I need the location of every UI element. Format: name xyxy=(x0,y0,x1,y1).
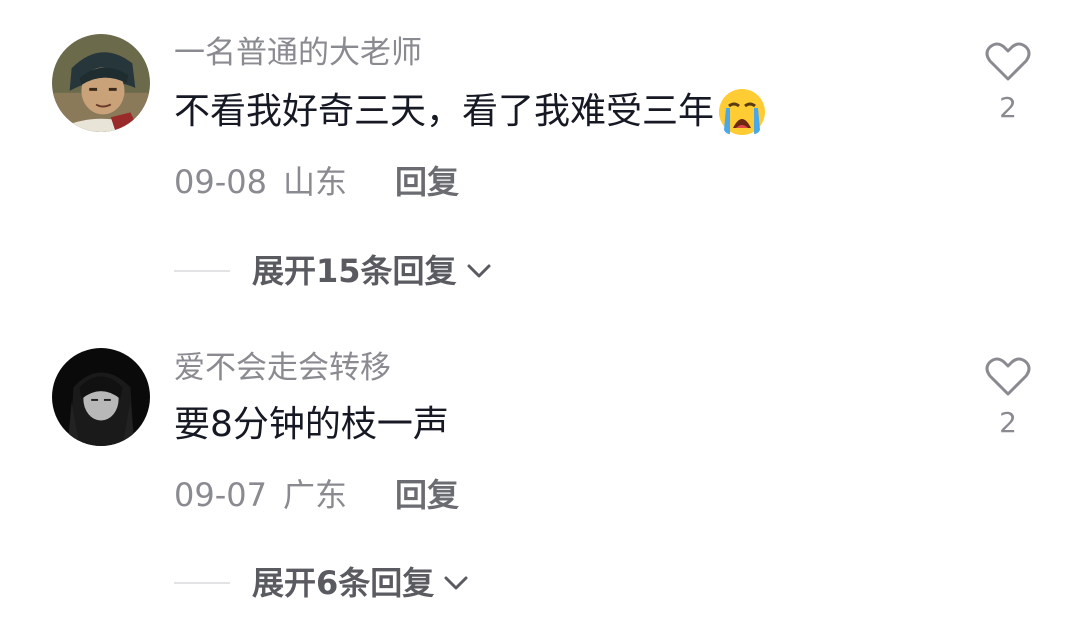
chevron-down-icon xyxy=(467,264,491,278)
like-button[interactable]: 2 xyxy=(982,40,1034,122)
like-count: 2 xyxy=(999,406,1017,439)
comment-item: 爱不会走会转移 要8分钟的枝一声 09-07 广东 回复 2 展开6条回复 xyxy=(0,315,1080,629)
username[interactable]: 一名普通的大老师 xyxy=(174,38,422,69)
comment-item: 一名普通的大老师 不看我好奇三天，看了我难受三年 09-08 山东 回复 2 展… xyxy=(0,0,1080,315)
chevron-down-icon xyxy=(444,576,468,590)
like-button[interactable]: 2 xyxy=(982,355,1034,437)
comment-text: 要8分钟的枝一声 xyxy=(174,407,449,443)
avatar[interactable] xyxy=(52,348,150,446)
like-count: 2 xyxy=(999,91,1017,124)
username[interactable]: 爱不会走会转移 xyxy=(174,353,391,384)
comment-date: 09-07 xyxy=(174,476,267,514)
reply-button[interactable]: 回复 xyxy=(395,166,459,198)
comment-meta: 09-07 广东 回复 xyxy=(174,479,459,511)
comment-region: 山东 xyxy=(282,163,347,201)
comment-text: 不看我好奇三天，看了我难受三年 xyxy=(174,86,768,138)
heart-outline-icon xyxy=(985,357,1031,396)
expand-replies-label: 展开15条回复 xyxy=(252,252,457,290)
avatar[interactable] xyxy=(52,34,150,132)
comment-body: 不看我好奇三天，看了我难受三年 xyxy=(174,91,715,132)
comment-body: 要8分钟的枝一声 xyxy=(174,404,449,445)
comment-date: 09-08 xyxy=(174,163,267,201)
reply-button[interactable]: 回复 xyxy=(395,479,459,511)
expand-replies-label: 展开6条回复 xyxy=(252,564,435,602)
divider-line xyxy=(174,582,230,584)
loudly-crying-face-icon xyxy=(716,86,768,138)
heart-outline-icon xyxy=(985,42,1031,81)
expand-replies-button[interactable]: 展开6条回复 xyxy=(174,567,470,599)
divider-line xyxy=(174,270,230,272)
expand-replies-button[interactable]: 展开15条回复 xyxy=(174,255,493,287)
comment-region: 广东 xyxy=(282,476,347,514)
comment-meta: 09-08 山东 回复 xyxy=(174,166,459,198)
